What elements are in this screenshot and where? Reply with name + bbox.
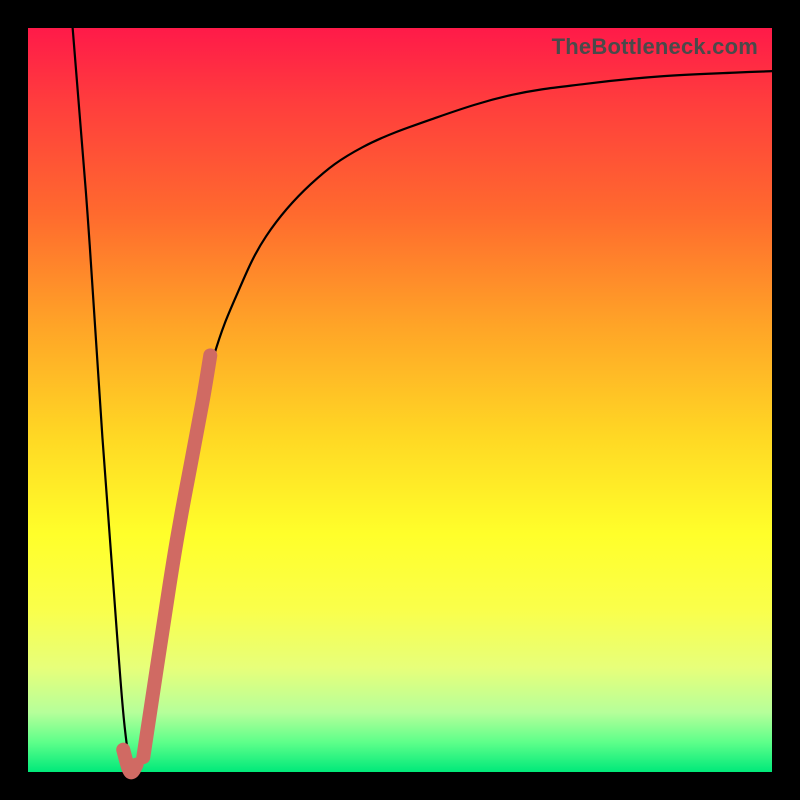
valley-hook [123,750,136,773]
chart-frame: TheBottleneck.com [0,0,800,800]
highlight-segment [143,355,210,757]
bottleneck-curve [73,28,772,773]
chart-svg [28,28,772,772]
plot-area: TheBottleneck.com [28,28,772,772]
